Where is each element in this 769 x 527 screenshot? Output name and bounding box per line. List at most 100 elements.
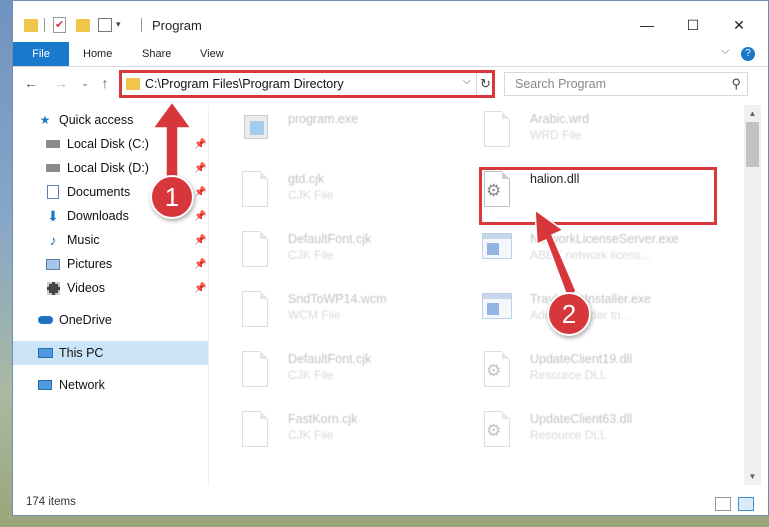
item-count: 174 items xyxy=(26,496,76,508)
sidebar-item-label: Pictures xyxy=(67,257,113,271)
recent-locations-icon[interactable]: ⌄ xyxy=(75,74,95,92)
file-item[interactable]: NetworkLicenseServer.exe ABBY network li… xyxy=(480,229,720,279)
ribbon-tabs: File Home Share View ⌵ ? xyxy=(13,42,768,66)
separator xyxy=(141,18,142,32)
file-type: WRD File xyxy=(530,128,582,142)
file-name: Arabic.wrd xyxy=(530,112,590,126)
file-type: Resource DLL xyxy=(530,428,607,442)
sidebar-item-local-disk-c[interactable]: Local Disk (C:) 📌 xyxy=(13,132,208,156)
file-type: CJK File xyxy=(288,188,334,202)
up-arrow-icon[interactable]: ↑ xyxy=(95,74,115,92)
maximize-button[interactable]: ☐ xyxy=(670,11,716,39)
help-icon[interactable]: ? xyxy=(741,47,755,61)
tab-file[interactable]: File xyxy=(13,42,69,66)
pin-icon[interactable]: 📌 xyxy=(194,259,206,270)
pin-icon[interactable]: 📌 xyxy=(194,235,206,246)
scroll-up-icon[interactable]: ▲ xyxy=(744,105,761,122)
document-icon xyxy=(238,349,270,391)
computer-icon xyxy=(37,346,53,360)
title-bar: ✔ ▾ Program — ☐ ✕ xyxy=(13,1,768,39)
quick-access-dropdown-icon[interactable]: ▾ xyxy=(116,19,121,37)
dll-file-icon: ⚙ xyxy=(480,349,512,391)
file-item[interactable]: gtd.cjk CJK File xyxy=(238,169,478,219)
file-name: gtd.cjk xyxy=(288,172,325,186)
file-item[interactable]: program.exe xyxy=(238,109,478,159)
downloads-icon: ⬇ xyxy=(47,207,59,224)
drive-icon xyxy=(45,161,61,175)
search-placeholder: Search Program xyxy=(515,77,607,91)
pin-icon[interactable]: 📌 xyxy=(194,163,206,174)
search-icon[interactable]: ⚲ xyxy=(731,76,741,92)
sidebar-item-label: This PC xyxy=(59,346,104,360)
separator xyxy=(44,18,45,32)
file-type: CJK File xyxy=(288,428,334,442)
sidebar-item-label: Downloads xyxy=(67,209,129,223)
vertical-scrollbar[interactable]: ▲ ▼ xyxy=(744,105,761,485)
documents-icon xyxy=(45,185,61,199)
search-input[interactable]: Search Program ⚲ xyxy=(504,72,748,96)
document-icon xyxy=(480,109,512,151)
window-title: Program xyxy=(152,18,202,33)
pin-icon[interactable]: 📌 xyxy=(194,187,206,198)
forward-arrow-icon[interactable]: → xyxy=(51,74,71,92)
details-view-icon[interactable] xyxy=(715,497,731,511)
file-explorer-window: ✔ ▾ Program — ☐ ✕ File Home Share View ⌵… xyxy=(12,0,769,516)
file-name: UpdateClient19.dll xyxy=(530,352,633,366)
scroll-down-icon[interactable]: ▼ xyxy=(744,468,761,485)
customize-icon[interactable] xyxy=(98,18,112,32)
sidebar-item-label: Quick access xyxy=(59,113,134,127)
file-item[interactable]: TrayIconsInstaller.exe Adobe Reader tri.… xyxy=(480,289,720,339)
pin-icon[interactable]: 📌 xyxy=(194,211,206,222)
document-icon xyxy=(238,229,270,271)
expand-ribbon-icon[interactable]: ⌵ xyxy=(721,45,729,58)
file-item[interactable]: ⚙ UpdateClient19.dll Resource DLL xyxy=(480,349,720,399)
file-name: program.exe xyxy=(288,112,359,126)
properties-icon[interactable]: ✔ xyxy=(53,17,66,33)
file-item[interactable]: ⚙ UpdateClient63.dll Resource DLL xyxy=(480,409,720,459)
close-button[interactable]: ✕ xyxy=(716,11,762,39)
file-item[interactable]: Arabic.wrd WRD File xyxy=(480,109,720,159)
dll-file-icon: ⚙ xyxy=(480,409,512,451)
minimize-button[interactable]: — xyxy=(624,11,670,39)
ribbon-divider xyxy=(13,66,768,67)
large-icons-view-icon[interactable] xyxy=(738,497,754,511)
pin-icon[interactable]: 📌 xyxy=(194,139,206,150)
document-icon xyxy=(238,169,270,211)
file-type: CJK File xyxy=(288,248,334,262)
tab-view[interactable]: View xyxy=(200,42,224,66)
sidebar-item-label: Documents xyxy=(67,185,131,199)
tab-home[interactable]: Home xyxy=(83,42,112,66)
sidebar-item-network[interactable]: Network xyxy=(13,373,208,397)
sidebar-item-onedrive[interactable]: OneDrive xyxy=(13,308,208,332)
file-type: Resource DLL xyxy=(530,368,607,382)
navigation-pane: ★ Quick access Local Disk (C:) 📌 Local D… xyxy=(13,105,208,485)
step-1-badge: 1 xyxy=(150,175,194,219)
file-name: DefaultFont.cjk xyxy=(288,352,372,366)
new-folder-icon[interactable] xyxy=(76,19,90,32)
sidebar-item-quick-access[interactable]: ★ Quick access xyxy=(13,108,208,132)
folder-icon xyxy=(24,19,38,32)
file-item[interactable]: DefaultFont.cjk CJK File xyxy=(238,349,478,399)
sidebar-item-music[interactable]: ♪ Music 📌 xyxy=(13,228,208,252)
sidebar-item-this-pc[interactable]: This PC xyxy=(13,341,208,365)
file-item[interactable]: SndToWP14.wcm WCM File xyxy=(238,289,478,339)
file-name: DefaultFont.cjk xyxy=(288,232,372,246)
file-type: CJK File xyxy=(288,368,334,382)
file-type: WCM File xyxy=(288,308,341,322)
music-icon: ♪ xyxy=(49,232,57,248)
sidebar-item-pictures[interactable]: Pictures 📌 xyxy=(13,252,208,276)
sidebar-item-label: Local Disk (D:) xyxy=(67,161,149,175)
sidebar-item-label: Network xyxy=(59,378,105,392)
sidebar-item-label: Music xyxy=(67,233,100,247)
file-item[interactable]: DefaultFont.cjk CJK File xyxy=(238,229,478,279)
pictures-icon xyxy=(45,257,61,271)
sidebar-item-videos[interactable]: Videos 📌 xyxy=(13,276,208,300)
scroll-thumb[interactable] xyxy=(746,122,759,167)
status-bar: 174 items xyxy=(13,493,768,515)
file-item[interactable]: FastKorn.cjk CJK File xyxy=(238,409,478,459)
drive-icon xyxy=(45,137,61,151)
exe-icon xyxy=(480,229,512,271)
back-arrow-icon[interactable]: ← xyxy=(21,74,41,92)
pin-icon[interactable]: 📌 xyxy=(194,283,206,294)
tab-share[interactable]: Share xyxy=(142,42,171,66)
